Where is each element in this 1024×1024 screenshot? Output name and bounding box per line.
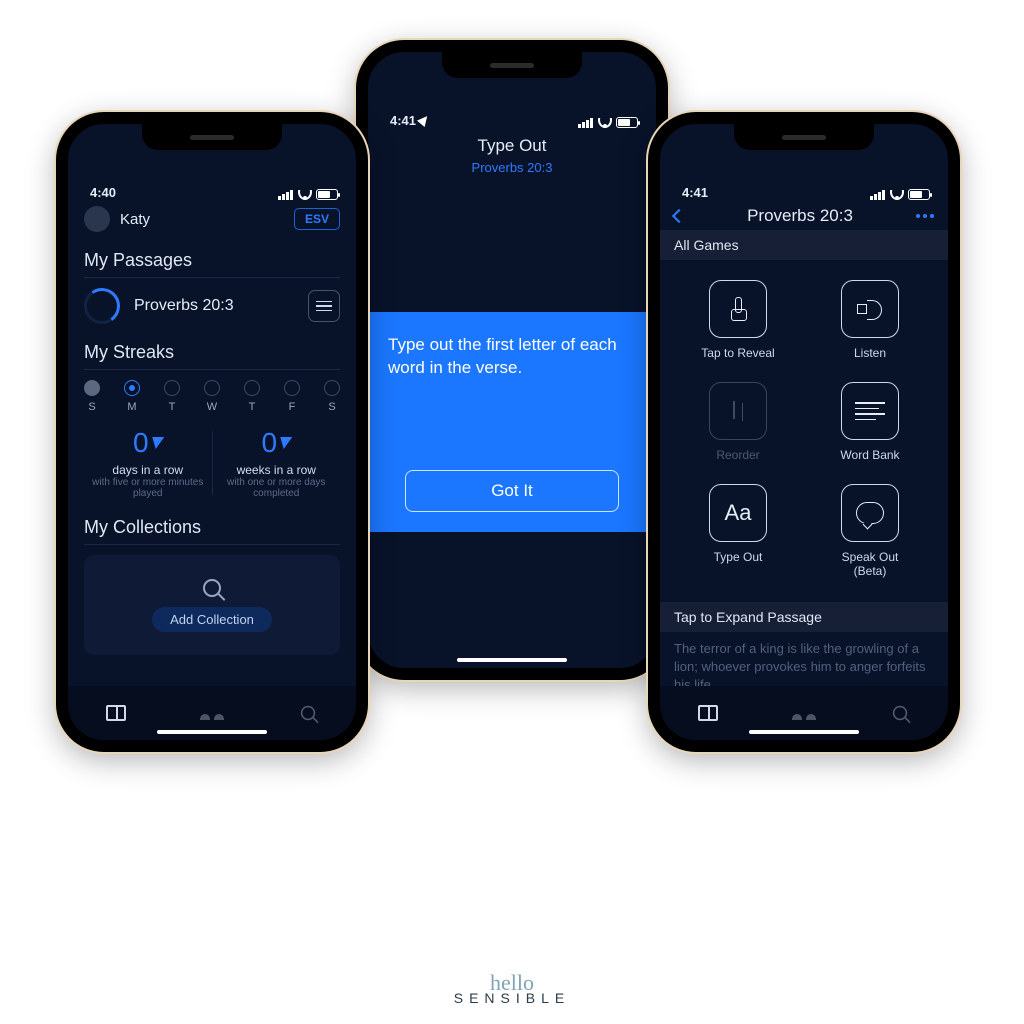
got-it-button[interactable]: Got It — [405, 470, 618, 512]
battery-icon — [316, 189, 338, 200]
screen-subtitle[interactable]: Proverbs 20:3 — [368, 160, 656, 175]
home-indicator[interactable] — [157, 730, 267, 734]
tip-text: Type out the first letter of each word i… — [388, 334, 636, 380]
user-profile[interactable]: Katy — [84, 206, 150, 232]
battery-icon — [616, 117, 638, 128]
tab-groups[interactable] — [756, 706, 851, 720]
signal-icon — [578, 118, 594, 128]
status-time: 4:41 — [390, 113, 416, 128]
people-icon — [200, 706, 224, 720]
phone-home: 4:40 Katy ESV My Passages Proverbs 20:3 — [56, 112, 368, 752]
home-indicator[interactable] — [457, 658, 567, 662]
day-s2: S — [324, 380, 340, 413]
tab-search[interactable] — [852, 704, 947, 722]
bolt-icon — [149, 437, 164, 449]
back-button[interactable] — [672, 209, 686, 223]
aa-icon: Aa — [725, 500, 752, 526]
phone-games: 4:41 Proverbs 20:3 All Games Tap to Reve… — [648, 112, 960, 752]
book-icon — [698, 705, 718, 721]
progress-ring-icon — [84, 288, 120, 324]
phone-typeout: 4:41 Type Out Proverbs 20:3 Type out the… — [356, 40, 668, 680]
search-icon — [203, 579, 221, 597]
day-f: F — [284, 380, 300, 413]
section-streaks: My Streaks — [84, 342, 340, 363]
wifi-icon — [298, 190, 312, 200]
status-bar: 4:40 — [68, 162, 356, 200]
lines-icon — [855, 402, 885, 420]
reorder-icon — [727, 399, 749, 423]
status-bar: 4:41 — [660, 162, 948, 200]
collections-empty: Add Collection — [84, 555, 340, 655]
battery-icon — [908, 189, 930, 200]
week-streak: S M T W T F S — [84, 380, 340, 413]
passage-details-button[interactable] — [308, 290, 340, 322]
section-passages: My Passages — [84, 250, 340, 271]
bolt-icon — [278, 437, 293, 449]
streak-days-card: 0 days in a row with five or more minute… — [84, 427, 212, 499]
stage: 4:41 Type Out Proverbs 20:3 Type out the… — [0, 0, 1024, 1024]
search-icon — [301, 706, 315, 720]
add-collection-button[interactable]: Add Collection — [152, 607, 272, 632]
day-s: S — [84, 380, 100, 413]
avatar — [84, 206, 110, 232]
user-name: Katy — [120, 211, 150, 228]
day-t: T — [164, 380, 180, 413]
section-all-games: All Games — [660, 230, 948, 260]
day-w: W — [204, 380, 220, 413]
screen-title: Type Out — [368, 136, 656, 156]
people-icon — [792, 706, 816, 720]
more-button[interactable] — [916, 214, 934, 218]
day-m: M — [124, 380, 140, 413]
translation-badge[interactable]: ESV — [294, 208, 340, 230]
tip-card: Type out the first letter of each word i… — [368, 312, 656, 532]
section-collections: My Collections — [84, 517, 340, 538]
tab-search[interactable] — [260, 704, 355, 722]
home-indicator[interactable] — [749, 730, 859, 734]
passage-name: Proverbs 20:3 — [134, 297, 234, 315]
speaker-icon — [857, 298, 883, 320]
book-icon — [106, 705, 126, 721]
wifi-icon — [890, 190, 904, 200]
expand-passage-button[interactable]: Tap to Expand Passage — [660, 602, 948, 632]
game-listen[interactable]: Listen — [826, 280, 914, 360]
game-speak-out[interactable]: Speak Out (Beta) — [826, 484, 914, 578]
tab-groups[interactable] — [164, 706, 259, 720]
search-icon — [893, 706, 907, 720]
speech-icon — [856, 502, 884, 524]
passage-item[interactable]: Proverbs 20:3 — [84, 288, 340, 324]
tab-passages[interactable] — [68, 705, 163, 721]
game-reorder[interactable]: Reorder — [694, 382, 782, 462]
brand-watermark: hello SENSIBLE — [0, 975, 1024, 1006]
signal-icon — [278, 190, 294, 200]
status-bar: 4:41 — [368, 90, 656, 128]
day-t2: T — [244, 380, 260, 413]
game-tap-reveal[interactable]: Tap to Reveal — [694, 280, 782, 360]
tab-passages[interactable] — [660, 705, 755, 721]
status-time: 4:40 — [90, 185, 116, 200]
signal-icon — [870, 190, 886, 200]
game-type-out[interactable]: Aa Type Out — [694, 484, 782, 578]
streak-weeks-card: 0 weeks in a row with one or more days c… — [213, 427, 341, 499]
location-icon — [417, 113, 431, 127]
screen-title: Proverbs 20:3 — [747, 206, 853, 226]
wifi-icon — [598, 118, 612, 128]
game-word-bank[interactable]: Word Bank — [826, 382, 914, 462]
status-time: 4:41 — [682, 185, 708, 200]
tap-icon — [728, 297, 748, 321]
